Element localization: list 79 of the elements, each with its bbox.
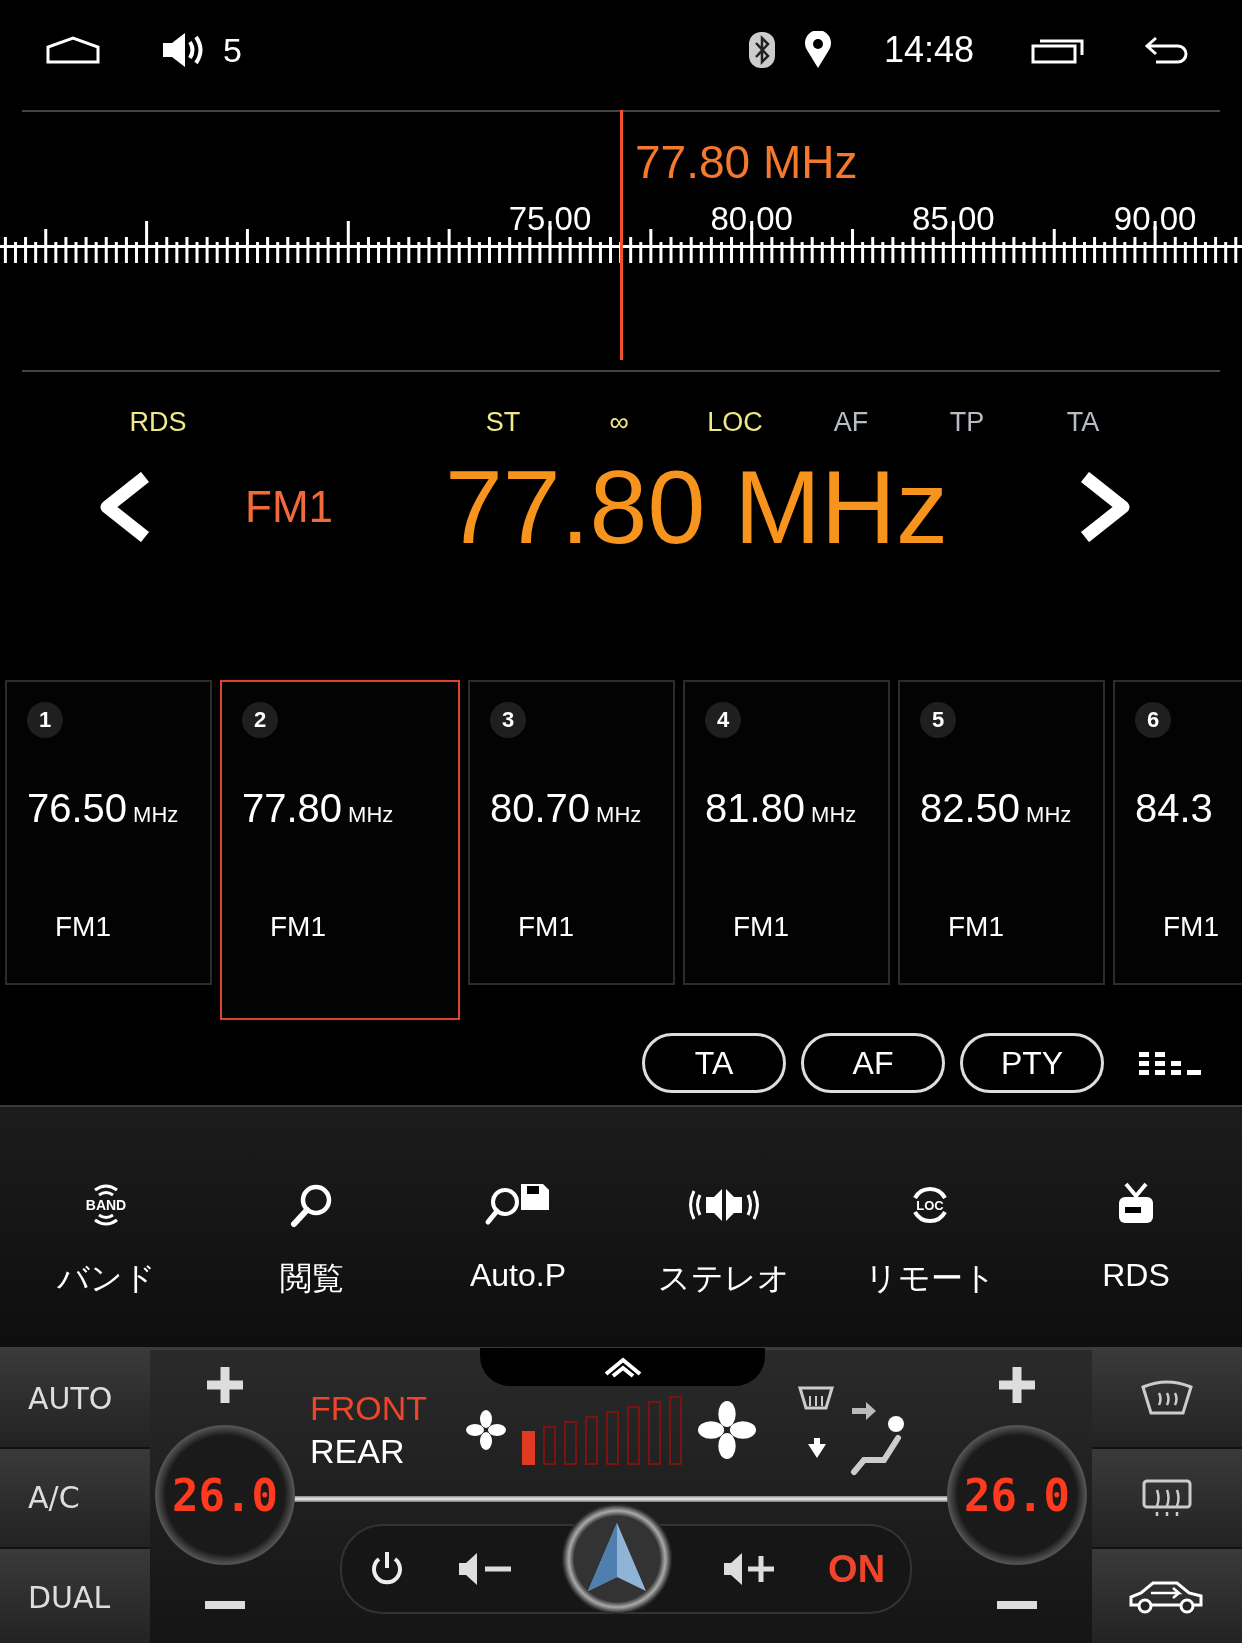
preset-number: 2 xyxy=(242,702,278,738)
preset-frequency: 80.70 xyxy=(490,786,591,831)
preset-card[interactable]: 5 82.50 MHz FM1 xyxy=(898,680,1105,985)
scale-label: 90.00 xyxy=(1113,200,1197,238)
preset-card[interactable]: 4 81.80 MHz FM1 xyxy=(683,680,890,985)
temperature-reading: 26.0 xyxy=(172,1469,278,1521)
action-button[interactable]: 閲覧 xyxy=(209,1107,415,1347)
temperature-dial[interactable]: 26.0 xyxy=(947,1425,1087,1565)
frequency-unit: MHz xyxy=(348,802,394,828)
chevron-up-icon[interactable] xyxy=(602,1356,643,1378)
scale-label: 75.00 xyxy=(508,200,592,238)
preset-frequency: 76.50 xyxy=(27,786,128,831)
temperature-reading: 26.0 xyxy=(964,1469,1070,1521)
preset-frequency: 84.3 xyxy=(1135,786,1213,831)
preset-band-label: FM1 xyxy=(1162,911,1220,943)
preset-card[interactable]: 6 84.3 FM1 xyxy=(1113,680,1242,985)
fan-icon[interactable] xyxy=(698,1401,756,1459)
climate-mode-button[interactable]: AUTO xyxy=(0,1350,150,1450)
option-toggle[interactable]: PTY xyxy=(960,1033,1104,1093)
preset-frequency: 77.80 xyxy=(242,786,343,831)
action-button[interactable]: BAND バンド xyxy=(3,1107,209,1347)
bluetooth-icon xyxy=(747,31,776,69)
location-pin-icon xyxy=(803,31,832,69)
tuning-needle[interactable] xyxy=(619,110,623,360)
preset-number: 1 xyxy=(27,702,63,738)
rear-defrost-icon[interactable] xyxy=(1141,1478,1193,1518)
option-toggle[interactable]: TA xyxy=(642,1033,786,1093)
fan-speed-bar[interactable] xyxy=(522,1395,682,1465)
home-icon[interactable] xyxy=(45,35,101,65)
minus-icon[interactable] xyxy=(205,1599,245,1611)
list-icon[interactable] xyxy=(1139,1049,1201,1077)
preset-number: 4 xyxy=(705,702,741,738)
frequency-unit: MHz xyxy=(596,802,642,828)
recirculation-status: ON xyxy=(828,1547,886,1591)
preset-band-label: FM1 xyxy=(732,911,790,943)
preset-band-label: FM1 xyxy=(54,911,112,943)
rds-indicator: AF xyxy=(832,406,870,438)
rds-indicator: RDS xyxy=(128,406,188,438)
frequency-unit: MHz xyxy=(1026,802,1072,828)
preset-number: 3 xyxy=(490,702,526,738)
action-button[interactable]: RDS xyxy=(1033,1107,1239,1347)
rds-indicator: ST xyxy=(484,406,522,438)
preset-band-label: FM1 xyxy=(269,911,327,943)
action-button[interactable]: Auto.P xyxy=(415,1107,621,1347)
rds-indicator: TP xyxy=(948,406,986,438)
climate-mode-button[interactable]: A/C xyxy=(0,1449,150,1549)
preset-frequency: 82.50 xyxy=(920,786,1021,831)
preset-card[interactable]: 1 76.50 MHz FM1 xyxy=(5,680,212,985)
rds-indicator: TA xyxy=(1065,406,1101,438)
frequency-unit: MHz xyxy=(133,802,179,828)
action-button[interactable]: LOC リモート xyxy=(827,1107,1033,1347)
preset-number: 6 xyxy=(1135,702,1171,738)
zone-button[interactable]: REAR xyxy=(310,1430,450,1473)
temperature-dial[interactable]: 26.0 xyxy=(155,1425,295,1565)
minus-icon[interactable] xyxy=(997,1599,1037,1611)
rds-indicator: ∞ xyxy=(608,406,630,438)
scale-label: 80.00 xyxy=(710,200,793,238)
band-label: FM1 xyxy=(245,482,334,532)
plus-icon[interactable] xyxy=(997,1365,1037,1405)
current-frequency: 77.80 MHz xyxy=(445,447,949,567)
preset-card[interactable]: 2 77.80 MHz FM1 xyxy=(220,680,460,1020)
tuned-frequency: 77.80 MHz xyxy=(635,135,858,189)
zone-button[interactable]: FRONT xyxy=(310,1387,450,1430)
preset-card[interactable]: 3 80.70 MHz FM1 xyxy=(468,680,675,985)
preset-band-label: FM1 xyxy=(947,911,1005,943)
clock-time: 14:48 xyxy=(883,29,974,71)
preset-frequency: 81.80 xyxy=(705,786,806,831)
back-icon[interactable] xyxy=(1144,35,1190,65)
plus-icon[interactable] xyxy=(205,1365,245,1405)
preset-band-label: FM1 xyxy=(517,911,575,943)
frequency-unit: MHz xyxy=(811,802,857,828)
scale-label: 85.00 xyxy=(912,200,995,238)
preset-number: 5 xyxy=(920,702,956,738)
action-button[interactable]: ステレオ xyxy=(621,1107,827,1347)
option-toggle[interactable]: AF xyxy=(801,1033,945,1093)
rds-indicator: LOC xyxy=(706,406,764,438)
climate-mode-button[interactable]: DUAL xyxy=(0,1548,150,1643)
volume-level: 5 xyxy=(223,30,242,70)
fan-icon[interactable] xyxy=(466,1410,506,1450)
